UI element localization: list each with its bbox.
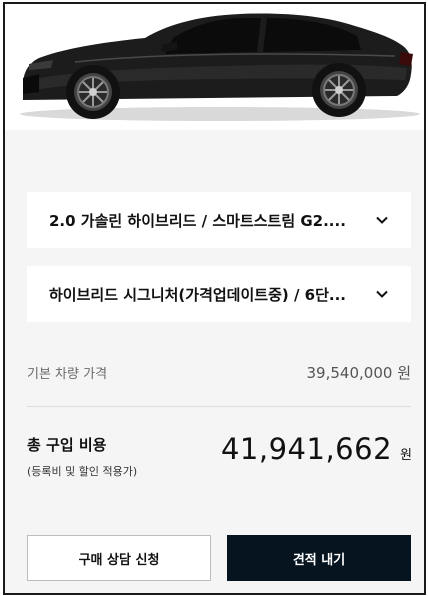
car-configurator-panel: 2.0 가솔린 하이브리드 / 스마트스트림 G2.... 하이브리드 시그니처… [3,2,426,595]
get-quote-button[interactable]: 견적 내기 [227,535,411,581]
total-price-label-group: 총 구입 비용 (등록비 및 할인 적용가) [27,434,137,479]
trim-select-label: 하이브리드 시그니처(가격업데이트중) / 6단... [49,285,346,304]
engine-select[interactable]: 2.0 가솔린 하이브리드 / 스마트스트림 G2.... [27,192,411,248]
total-price-value: 41,941,662 [220,432,393,466]
base-price-row: 기본 차량 가격 39,540,000 원 [27,360,411,384]
trim-select[interactable]: 하이브리드 시그니처(가격업데이트중) / 6단... [27,266,411,322]
car-image [5,4,424,130]
divider [27,406,411,407]
purchase-consult-button[interactable]: 구매 상담 신청 [27,535,211,581]
chevron-down-icon [376,216,388,224]
chevron-down-icon [376,290,388,298]
total-price-note: (등록비 및 할인 적용가) [27,465,138,478]
total-price-label: 총 구입 비용 [27,436,107,454]
car-illustration [20,13,420,121]
base-price-value-group: 39,540,000 원 [307,362,411,383]
engine-select-label: 2.0 가솔린 하이브리드 / 스마트스트림 G2.... [49,211,346,230]
total-price-unit: 원 [400,448,412,463]
base-price-value: 39,540,000 [306,363,393,382]
total-price-value-group: 41,941,662 원 [221,432,412,466]
base-price-label: 기본 차량 가격 [27,366,108,382]
base-price-unit: 원 [397,363,411,382]
